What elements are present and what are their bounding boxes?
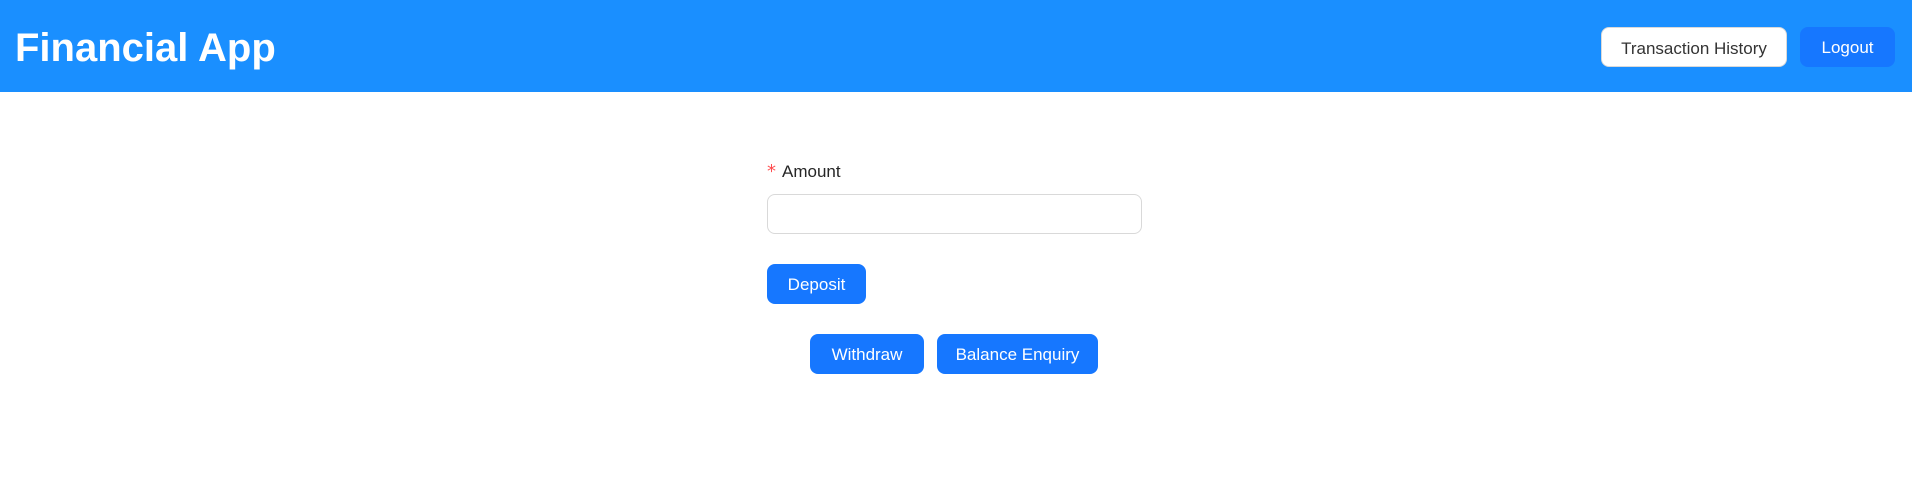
logout-button[interactable]: Logout bbox=[1800, 27, 1895, 67]
transaction-history-button[interactable]: Transaction History bbox=[1601, 27, 1787, 67]
app-title: Financial App bbox=[15, 26, 276, 70]
app-header: Financial App Transaction History Logout bbox=[0, 0, 1912, 92]
deposit-button[interactable]: Deposit bbox=[767, 264, 866, 304]
amount-input[interactable] bbox=[767, 194, 1142, 234]
required-mark: * bbox=[767, 161, 776, 182]
withdraw-button[interactable]: Withdraw bbox=[810, 334, 924, 374]
amount-label: * Amount bbox=[767, 160, 841, 184]
balance-enquiry-button[interactable]: Balance Enquiry bbox=[937, 334, 1098, 374]
amount-label-text: Amount bbox=[782, 162, 841, 181]
